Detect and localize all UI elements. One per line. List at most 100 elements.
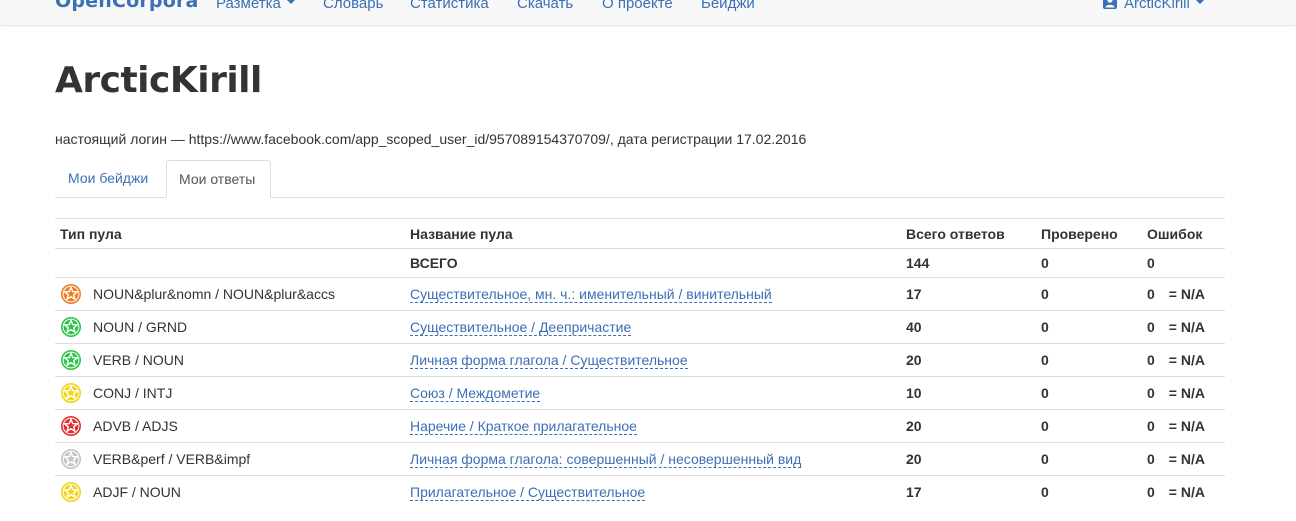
pool-errors-cell: 0 = N/A: [1142, 376, 1225, 410]
col-header-errors: Ошибок: [1142, 218, 1225, 249]
pool-type-cell: ADVB / ADJS: [55, 409, 405, 443]
nav-markup-label: Разметка: [216, 0, 281, 12]
pool-error-ratio: = N/A: [1168, 319, 1205, 335]
chevron-down-icon: [1195, 0, 1204, 5]
total-answers: 144: [901, 248, 1036, 278]
pool-name-cell: Существительное, мн. ч.: именительный / …: [405, 277, 901, 311]
table-row: NOUN&plur&nomn / NOUN&plur&accs Существит…: [55, 277, 1225, 311]
nav-badges[interactable]: Бейджи: [701, 0, 755, 12]
table-row: VERB / NOUN Личная форма глагола / Сущест…: [55, 343, 1225, 377]
pool-errors: 0: [1147, 418, 1155, 434]
table-row-total: ВСЕГО 144 0 0: [55, 248, 1225, 278]
total-label: ВСЕГО: [405, 248, 901, 278]
pool-name-link[interactable]: Существительное, мн. ч.: именительный / …: [410, 286, 772, 303]
brand-logo[interactable]: OpenCorpora: [55, 0, 199, 12]
col-header-pool-name: Название пула: [405, 218, 901, 249]
pool-answers: 17: [901, 475, 1036, 508]
pool-type: VERB&perf / VERB&impf: [93, 451, 251, 467]
pool-type-cell: NOUN&plur&nomn / NOUN&plur&accs: [55, 277, 405, 311]
nav-about[interactable]: О проекте: [602, 0, 673, 12]
star-badge-icon: [61, 482, 81, 502]
pool-name-link[interactable]: Личная форма глагола: совершенный / несо…: [410, 451, 802, 468]
star-badge-icon: [61, 416, 81, 436]
pool-type: ADVB / ADJS: [93, 418, 178, 434]
pool-type-cell: VERB&perf / VERB&impf: [55, 442, 405, 476]
pool-checked: 0: [1036, 343, 1142, 377]
pool-errors-cell: 0 = N/A: [1142, 442, 1225, 476]
pool-errors: 0: [1147, 484, 1155, 500]
pool-answers: 20: [901, 442, 1036, 476]
pool-errors: 0: [1147, 385, 1155, 401]
pool-name-link[interactable]: Союз / Междометие: [410, 385, 541, 402]
pool-errors: 0: [1147, 286, 1155, 302]
user-icon: [1103, 0, 1117, 10]
pool-answers: 20: [901, 409, 1036, 443]
pool-checked: 0: [1036, 442, 1142, 476]
star-badge-icon: [61, 350, 81, 370]
user-name: ArcticKirill: [1124, 0, 1190, 12]
nav-dictionary[interactable]: Словарь: [323, 0, 383, 12]
pool-errors: 0: [1147, 319, 1155, 335]
pool-type-cell: CONJ / INTJ: [55, 376, 405, 410]
user-menu-dropdown[interactable]: ArcticKirill: [1103, 0, 1204, 12]
pool-name-cell: Личная форма глагола / Существительное: [405, 343, 901, 377]
table-row: NOUN / GRND Существительное / Деепричасти…: [55, 310, 1225, 344]
nav-statistics[interactable]: Статистика: [410, 0, 489, 12]
total-type-cell: [55, 248, 405, 278]
pool-errors: 0: [1147, 451, 1155, 467]
pool-checked: 0: [1036, 475, 1142, 508]
pool-type-cell: VERB / NOUN: [55, 343, 405, 377]
tab-my-answers[interactable]: Мои ответы: [166, 160, 271, 198]
pool-name-cell: Существительное / Деепричастие: [405, 310, 901, 344]
pool-errors-cell: 0 = N/A: [1142, 475, 1225, 508]
pool-name-cell: Прилагательное / Существительное: [405, 475, 901, 508]
pool-checked: 0: [1036, 277, 1142, 311]
star-badge-icon: [61, 449, 81, 469]
pool-errors: 0: [1147, 352, 1155, 368]
pool-type: VERB / NOUN: [93, 352, 185, 368]
pool-error-ratio: = N/A: [1168, 418, 1205, 434]
pool-errors-cell: 0 = N/A: [1142, 277, 1225, 311]
star-badge-icon: [61, 317, 81, 337]
total-errors: 0: [1142, 248, 1225, 278]
col-header-checked: Проверено: [1036, 218, 1142, 249]
star-badge-icon: [61, 284, 81, 304]
pool-type: CONJ / INTJ: [93, 385, 173, 401]
pool-error-ratio: = N/A: [1168, 352, 1205, 368]
page-title: ArcticKirill: [55, 60, 262, 101]
login-info: настоящий логин — https://www.facebook.c…: [55, 131, 807, 147]
nav-markup-dropdown[interactable]: Разметка: [216, 0, 295, 12]
pool-name-link[interactable]: Личная форма глагола / Существительное: [410, 352, 688, 369]
col-header-pool-type: Тип пула: [55, 218, 405, 249]
top-navbar: OpenCorpora Разметка Словарь Статистика …: [0, 0, 1296, 26]
pool-errors-cell: 0 = N/A: [1142, 310, 1225, 344]
col-header-total-answers: Всего ответов: [901, 218, 1036, 249]
table-row: ADJF / NOUN Прилагательное / Существитель…: [55, 475, 1225, 508]
pool-error-ratio: = N/A: [1168, 484, 1205, 500]
pool-type-cell: NOUN / GRND: [55, 310, 405, 344]
pool-answers: 10: [901, 376, 1036, 410]
answers-table: Тип пула Название пула Всего ответов Про…: [55, 218, 1225, 508]
pool-type: NOUN / GRND: [93, 319, 188, 335]
table-row: ADVB / ADJS Наречие / Краткое прилагатель…: [55, 409, 1225, 443]
pool-name-cell: Личная форма глагола: совершенный / несо…: [405, 442, 901, 476]
total-checked: 0: [1036, 248, 1142, 278]
table-header-row: Тип пула Название пула Всего ответов Про…: [55, 218, 1225, 249]
pool-error-ratio: = N/A: [1168, 286, 1205, 302]
pool-error-ratio: = N/A: [1168, 451, 1205, 467]
pool-errors-cell: 0 = N/A: [1142, 409, 1225, 443]
profile-tabs: Мои бейджи Мои ответы: [55, 160, 1225, 198]
pool-name-link[interactable]: Существительное / Деепричастие: [410, 319, 632, 336]
chevron-down-icon: [286, 0, 295, 5]
nav-download[interactable]: Скачать: [517, 0, 573, 12]
pool-name-link[interactable]: Прилагательное / Существительное: [410, 484, 646, 501]
pool-name-link[interactable]: Наречие / Краткое прилагательное: [410, 418, 637, 435]
pool-checked: 0: [1036, 310, 1142, 344]
pool-name-cell: Наречие / Краткое прилагательное: [405, 409, 901, 443]
table-row: CONJ / INTJ Союз / Междометие 10 0 0 = N/A: [55, 376, 1225, 410]
star-badge-icon: [61, 383, 81, 403]
pool-checked: 0: [1036, 376, 1142, 410]
pool-answers: 20: [901, 343, 1036, 377]
pool-answers: 17: [901, 277, 1036, 311]
tab-my-badges[interactable]: Мои бейджи: [56, 160, 162, 197]
